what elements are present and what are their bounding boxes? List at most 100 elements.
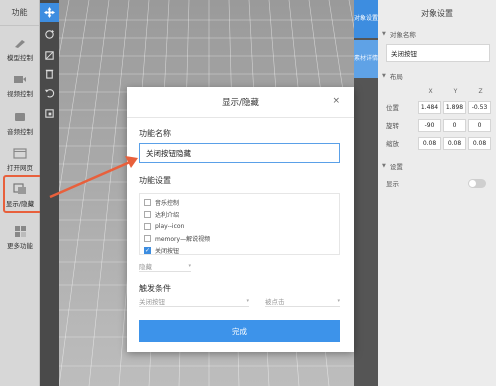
function-name-label: 功能名称 — [139, 129, 171, 138]
checkbox-checked[interactable]: ✓ — [144, 246, 151, 254]
display-toggle[interactable] — [468, 178, 486, 188]
select-value: 关闭按钮 — [139, 297, 165, 306]
axis-header: X Y Z — [418, 84, 496, 98]
undo-icon — [44, 89, 55, 98]
scale-z-field[interactable]: 0.08 — [468, 136, 491, 150]
rotation-y-field[interactable]: 0 — [443, 118, 466, 132]
dialog-title: 显示/隐藏 — [222, 98, 259, 108]
chevron-down-icon: ▼ — [382, 73, 386, 79]
move-icon — [44, 7, 55, 18]
checkbox[interactable] — [144, 210, 151, 218]
display-setting-row: 显示 — [378, 174, 496, 192]
option-dali-intro[interactable]: 达利介绍 — [144, 209, 179, 219]
move-tool[interactable] — [40, 3, 59, 22]
section-label: 布局 — [389, 73, 403, 81]
delete-tool[interactable] — [40, 64, 59, 83]
open-webpage-icon — [13, 147, 27, 159]
object-name-field[interactable]: 关闭按钮 — [386, 44, 490, 62]
sidebar-item-video-control[interactable]: 视频控制 — [0, 66, 40, 104]
sidebar-item-open-webpage[interactable]: 打开网页 — [0, 140, 40, 178]
trigger-event-select[interactable]: 被点击 ▾ — [265, 295, 340, 307]
sidebar-item-label: 音频控制 — [7, 127, 33, 136]
chevron-down-icon: ▾ — [246, 297, 249, 304]
option-label: 音乐控制 — [155, 199, 180, 207]
rotation-x-field[interactable]: -90 — [418, 118, 441, 132]
select-value: 被点击 — [265, 297, 285, 306]
sidebar-item-audio-control[interactable]: 音频控制 — [0, 104, 40, 142]
axis-z-label: Z — [478, 87, 483, 95]
axis-y-label: Y — [453, 87, 458, 95]
sidebar-item-label: 视频控制 — [7, 89, 33, 98]
scale-y-field[interactable]: 0.08 — [443, 136, 466, 150]
position-x-field[interactable]: 1.484 — [418, 100, 441, 114]
object-settings-panel: 对象设置 ▼ 对象名称 关闭按钮 ▼ 布局 X Y Z 位置 1.484 1.8… — [378, 0, 496, 386]
row-label: 缩放 — [386, 140, 399, 148]
option-label: 达利介绍 — [155, 211, 180, 219]
transform-toolbar — [40, 0, 59, 386]
sidebar-item-more-functions[interactable]: 更多功能 — [0, 218, 40, 256]
panel-title: 对象设置 — [421, 8, 453, 18]
option-play-icon[interactable]: play--icon — [144, 221, 184, 231]
section-object-name[interactable]: ▼ 对象名称 — [378, 26, 496, 42]
dialog-header: 显示/隐藏 × — [127, 87, 354, 118]
checkbox[interactable] — [144, 222, 151, 230]
crop-tool[interactable] — [40, 104, 59, 123]
scale-tool[interactable] — [40, 46, 59, 65]
crop-icon — [45, 109, 54, 118]
section-label: 对象名称 — [389, 31, 416, 39]
scale-icon — [45, 51, 54, 60]
show-hide-dialog: 显示/隐藏 × 功能名称 关闭按钮隐藏 功能设置 音乐控制 达利介绍 play-… — [127, 87, 354, 352]
sidebar-item-label: 更多功能 — [7, 241, 33, 250]
position-y-field[interactable]: 1.898 — [443, 100, 466, 114]
checkbox[interactable] — [144, 198, 151, 206]
option-close-button[interactable]: ✓ 关闭按钮 — [144, 245, 179, 255]
position-row: 位置 1.484 1.898 -0.53 — [378, 98, 496, 116]
sidebar-item-model-control[interactable]: 模型控制 — [0, 30, 40, 68]
trigger-condition-label: 触发条件 — [139, 284, 171, 293]
function-options-list: 音乐控制 达利介绍 play--icon memory—解说视频 ✓ 关闭按钮 — [139, 193, 340, 255]
option-label: play--icon — [155, 222, 185, 230]
rotate-tool[interactable] — [40, 25, 59, 44]
sidebar-item-label: 打开网页 — [7, 163, 33, 172]
chevron-down-icon: ▾ — [337, 297, 340, 304]
function-settings-label: 功能设置 — [139, 176, 171, 185]
undo-tool[interactable] — [40, 83, 59, 102]
scale-row: 缩放 0.08 0.08 0.08 — [378, 134, 496, 152]
model-control-icon — [15, 39, 25, 48]
select-value: 隐藏 — [139, 262, 152, 271]
more-functions-icon — [15, 225, 26, 237]
option-label: 关闭按钮 — [155, 247, 180, 255]
rotation-row: 旋转 -90 0 0 — [378, 116, 496, 134]
row-label: 旋转 — [386, 122, 399, 130]
display-label: 显示 — [386, 180, 399, 188]
close-icon[interactable]: × — [332, 96, 340, 106]
section-settings[interactable]: ▼ 设置 — [378, 158, 496, 174]
checkbox[interactable] — [144, 234, 151, 242]
scale-x-field[interactable]: 0.08 — [418, 136, 441, 150]
section-label: 设置 — [389, 163, 403, 171]
option-memory-video[interactable]: memory—解说视频 — [144, 233, 210, 243]
section-layout[interactable]: ▼ 布局 — [378, 68, 496, 84]
option-label: memory—解说视频 — [155, 235, 211, 243]
chevron-down-icon: ▼ — [382, 31, 386, 37]
tab-object-settings[interactable]: 对象设置 — [354, 0, 378, 38]
rotate-icon — [45, 29, 55, 39]
right-tab-strip: 对象设置 素材详情 — [354, 0, 378, 386]
sidebar-title: 功能 — [0, 0, 39, 26]
position-z-field[interactable]: -0.53 — [468, 100, 491, 114]
row-label: 位置 — [386, 104, 399, 112]
sidebar-item-label: 模型控制 — [7, 53, 33, 62]
visibility-select[interactable]: 隐藏 ▾ — [139, 260, 191, 272]
option-music-control[interactable]: 音乐控制 — [144, 197, 179, 207]
trigger-object-select[interactable]: 关闭按钮 ▾ — [139, 295, 249, 307]
audio-control-icon — [15, 112, 25, 121]
video-control-icon — [14, 75, 26, 83]
axis-x-label: X — [428, 87, 433, 95]
chevron-down-icon: ▾ — [188, 262, 191, 269]
delete-icon — [45, 69, 54, 79]
function-name-input[interactable]: 关闭按钮隐藏 — [139, 143, 340, 163]
tab-material-details[interactable]: 素材详情 — [354, 40, 378, 78]
rotation-z-field[interactable]: 0 — [468, 118, 491, 132]
done-button[interactable]: 完成 — [139, 320, 340, 342]
chevron-down-icon: ▼ — [382, 163, 386, 169]
